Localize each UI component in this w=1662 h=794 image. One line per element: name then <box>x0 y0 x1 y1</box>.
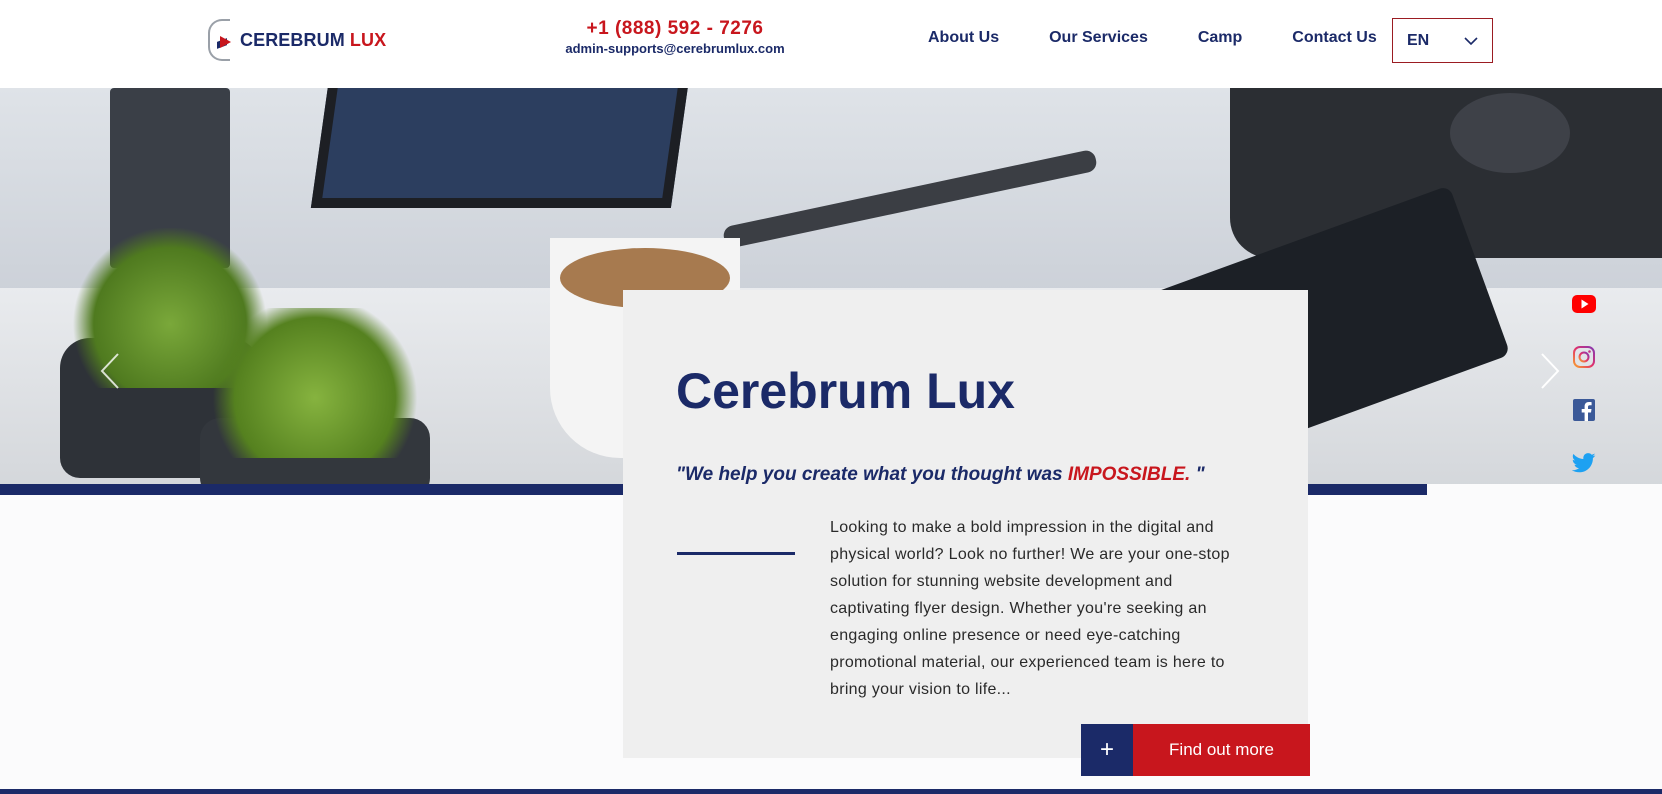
logo-icon <box>206 19 240 61</box>
tagline-end: " <box>1190 464 1205 485</box>
logo-text-accent: LUX <box>349 29 387 50</box>
youtube-icon[interactable] <box>1572 292 1596 316</box>
bottom-border <box>0 789 1662 794</box>
hero-tagline: "We help you create what you thought was… <box>676 464 1205 486</box>
nav-about-us[interactable]: About Us <box>928 29 999 47</box>
nav-contact-us[interactable]: Contact Us <box>1292 29 1376 47</box>
main-nav: About Us Our Services Camp Contact Us <box>928 29 1427 47</box>
social-bar <box>1572 292 1596 504</box>
facebook-icon[interactable] <box>1572 398 1596 422</box>
logo-text-main: CEREBRUM <box>240 29 345 50</box>
hero-card: Cerebrum Lux "We help you create what yo… <box>623 290 1308 758</box>
tagline-start: "We help you create what you thought was <box>676 464 1068 485</box>
find-out-more-button[interactable]: Find out more <box>1133 724 1310 776</box>
twitter-icon[interactable] <box>1572 451 1596 475</box>
language-value: EN <box>1407 31 1430 49</box>
instagram-icon[interactable] <box>1572 345 1596 369</box>
logo-text: CEREBRUM LUX <box>240 30 386 51</box>
phone-number[interactable]: +1 (888) 592 - 7276 <box>560 18 790 40</box>
language-select[interactable]: EN <box>1392 18 1493 63</box>
hero-title: Cerebrum Lux <box>676 363 1015 419</box>
divider <box>677 552 795 555</box>
slide-prev-icon[interactable] <box>100 352 120 390</box>
nav-our-services[interactable]: Our Services <box>1049 29 1148 47</box>
slide-next-icon[interactable] <box>1540 352 1560 390</box>
expand-button[interactable]: + <box>1081 724 1133 776</box>
hero-description: Looking to make a bold impression in the… <box>830 519 1230 698</box>
site-header: CEREBRUM LUX +1 (888) 592 - 7276 admin-s… <box>0 0 1662 88</box>
logo[interactable]: CEREBRUM LUX <box>206 18 386 62</box>
tagline-emphasis: IMPOSSIBLE. <box>1067 464 1191 485</box>
email-address[interactable]: admin-supports@cerebrumlux.com <box>560 41 790 56</box>
contact-info: +1 (888) 592 - 7276 admin-supports@cereb… <box>560 18 790 56</box>
chevron-down-icon <box>1464 36 1478 45</box>
nav-camp[interactable]: Camp <box>1198 29 1242 47</box>
